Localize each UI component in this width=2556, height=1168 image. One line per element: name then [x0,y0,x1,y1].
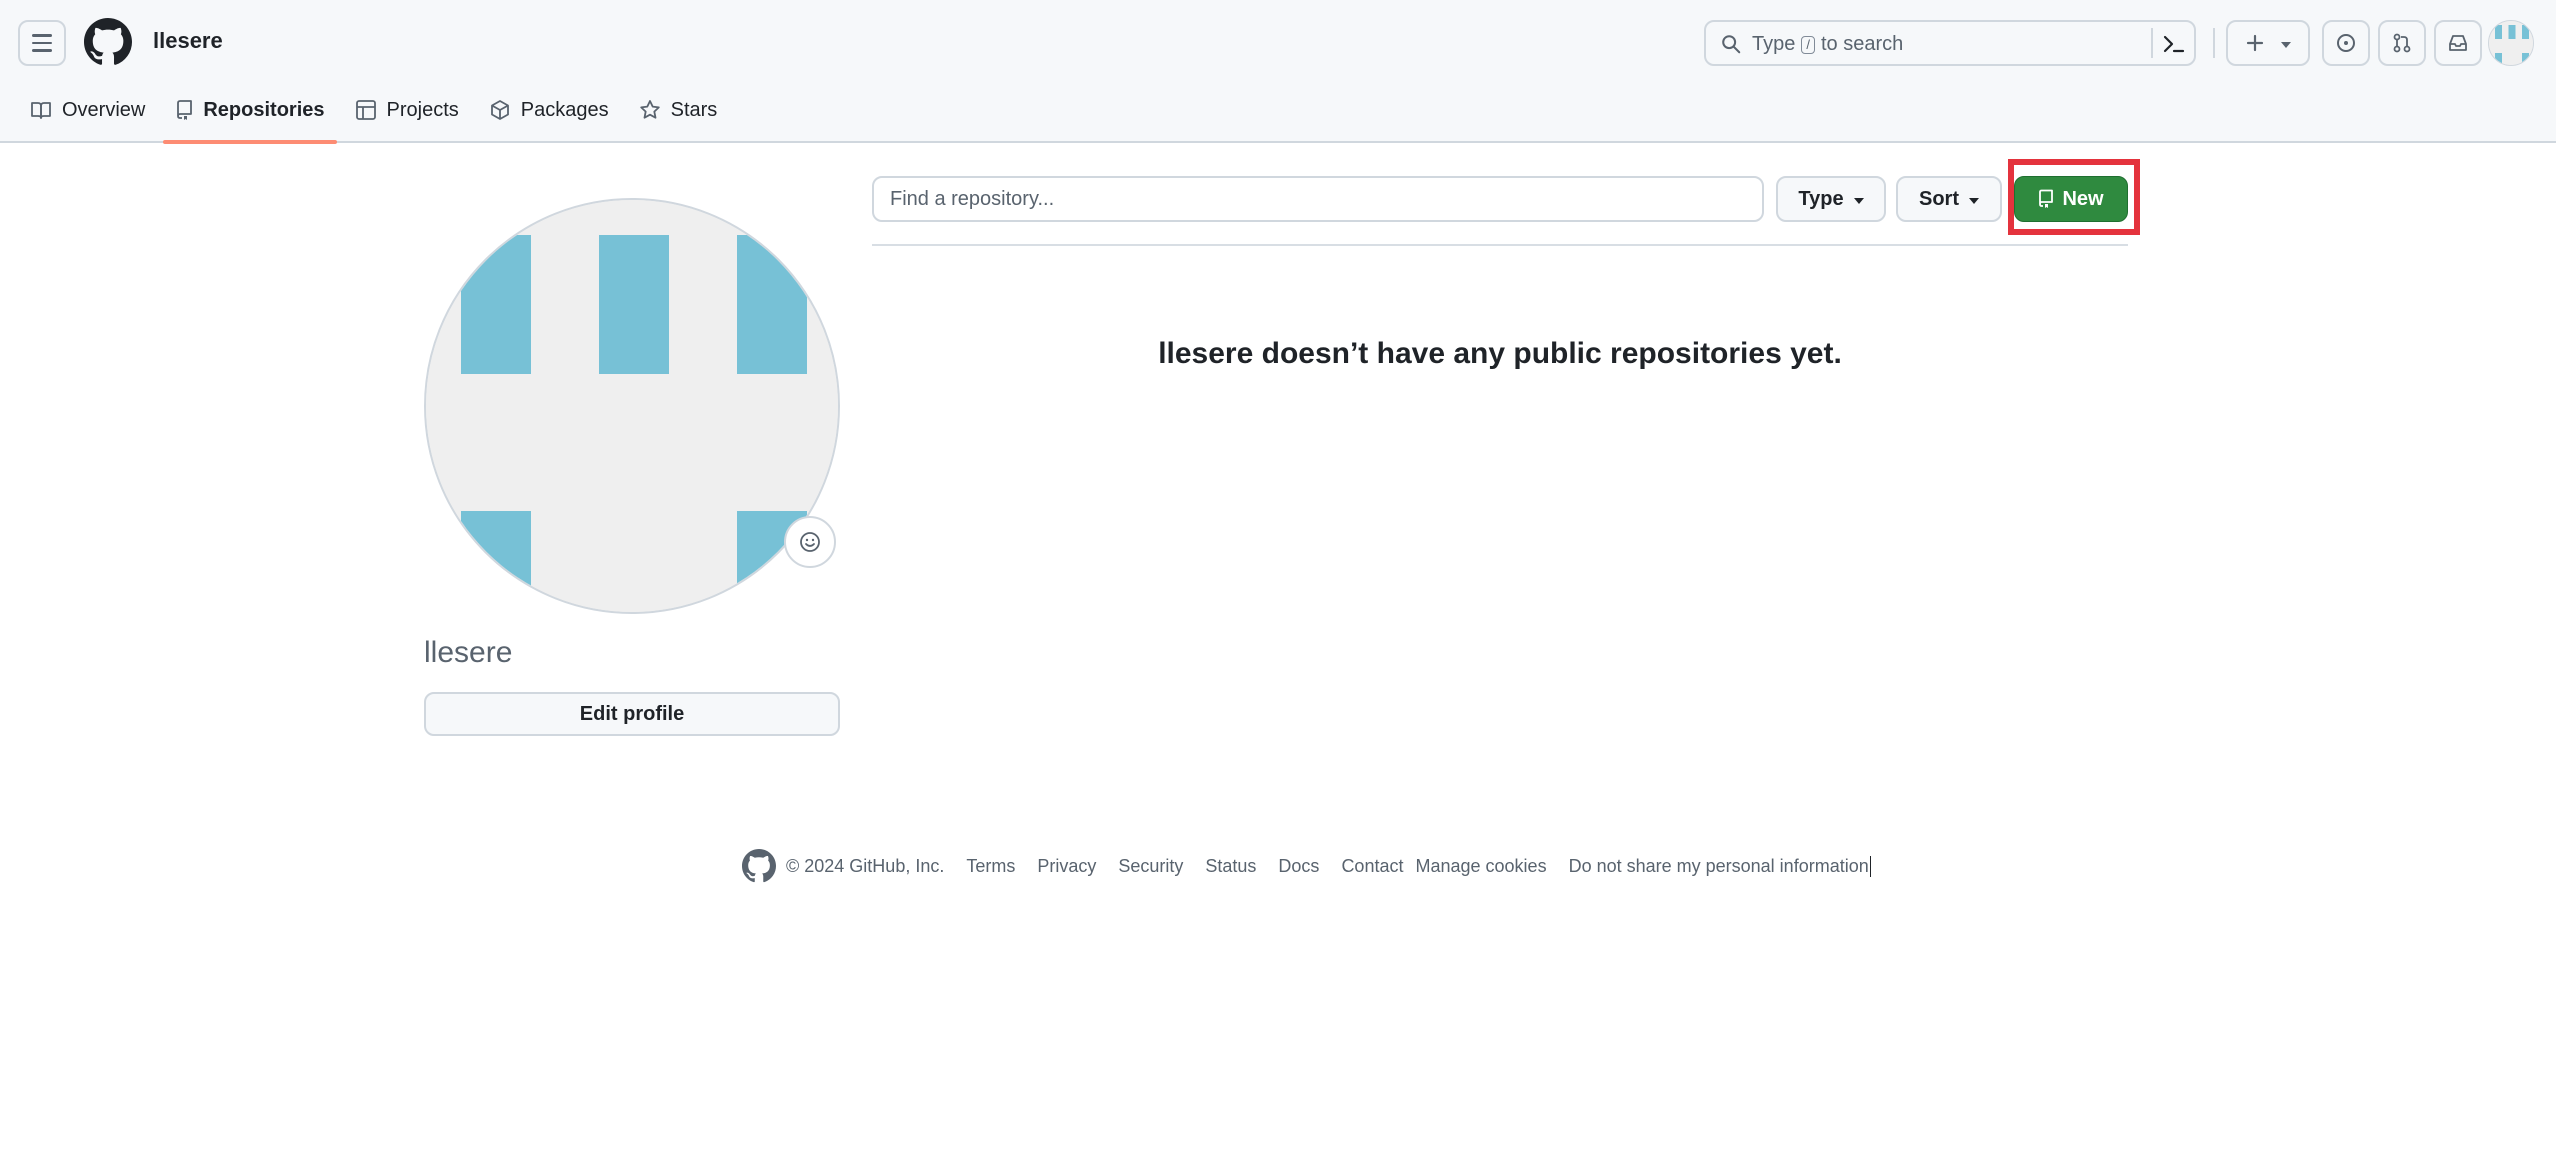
chevron-down-icon [1853,197,1864,204]
table-icon [355,100,376,120]
footer: © 2024 GitHub, Inc. Terms Privacy Securi… [742,848,1871,884]
empty-state-message: llesere doesn’t have any public reposito… [1158,337,1842,370]
profile-tabs: Overview Repositories Projects Packages [18,88,735,144]
footer-link-contact[interactable]: Contact [1341,856,1403,877]
github-logo-icon[interactable] [84,18,132,66]
tab-overview-label: Overview [62,98,146,121]
github-logo-icon[interactable] [742,849,776,883]
footer-link-terms[interactable]: Terms [966,856,1015,877]
chevron-down-icon [1969,197,1979,204]
sort-button[interactable]: Sort [1896,176,2002,222]
tab-repositories[interactable]: Repositories [163,88,337,144]
user-avatar[interactable] [2488,20,2534,66]
tab-packages[interactable]: Packages [477,88,621,132]
search-suffix: to search [1820,33,1904,55]
new-repository-button[interactable]: New [2014,176,2128,222]
header-separator [2213,28,2215,58]
sort-label: Sort [1919,187,1959,210]
identicon-small [2489,21,2533,65]
chevron-down-icon [2281,41,2291,48]
smiley-icon [800,532,820,552]
tab-stars-label: Stars [670,98,718,121]
tab-repositories-label: Repositories [203,98,325,121]
repository-search-input[interactable] [872,176,1764,222]
footer-link-do-not-share[interactable]: Do not share my personal information [1569,855,1871,877]
tab-projects-label: Projects [386,98,459,121]
app-header: llesere Type / to search Overview Reposi… [0,0,2556,144]
pull-request-icon [2393,33,2411,53]
tab-overview[interactable]: Overview [18,88,157,132]
profile-username: llesere [424,636,513,669]
profile-avatar[interactable] [424,198,840,614]
search-placeholder: Type / to search [1752,33,1903,56]
issue-icon [2337,34,2355,52]
package-icon [490,100,509,120]
issues-button[interactable] [2322,20,2370,66]
search-prefix: Type [1752,33,1796,55]
tab-projects[interactable]: Projects [343,88,471,132]
inbox-icon [2449,35,2467,51]
footer-link-docs[interactable]: Docs [1278,856,1319,877]
footer-link-manage-cookies[interactable]: Manage cookies [1415,856,1546,877]
edit-profile-button[interactable]: Edit profile [424,692,840,736]
pull-requests-button[interactable] [2378,20,2426,66]
header-username[interactable]: llesere [153,28,223,54]
search-icon [1722,35,1741,54]
search-divider [2151,28,2153,58]
repo-icon [2039,189,2054,208]
inbox-button[interactable] [2434,20,2482,66]
book-icon [31,102,51,119]
create-new-button[interactable] [2226,20,2310,66]
new-button-label: New [2062,187,2104,210]
star-icon [639,100,660,119]
footer-link-privacy[interactable]: Privacy [1037,856,1096,877]
identicon [426,200,838,612]
type-filter-button[interactable]: Type [1776,176,1886,222]
command-palette-icon[interactable] [2162,33,2186,55]
menu-button[interactable] [18,20,66,66]
footer-link-security[interactable]: Security [1118,856,1183,877]
tab-stars[interactable]: Stars [627,88,730,132]
repo-icon [177,100,193,120]
footer-link-status[interactable]: Status [1205,856,1256,877]
footer-copyright: © 2024 GitHub, Inc. [786,855,945,876]
tab-packages-label: Packages [520,98,609,121]
search-input[interactable]: Type / to search [1704,20,2196,66]
set-status-button[interactable] [784,516,836,568]
search-shortcut-key: / [1801,35,1815,54]
divider [872,244,2128,246]
plus-icon [2246,34,2264,52]
type-filter-label: Type [1798,187,1844,210]
hamburger-icon [32,32,52,55]
